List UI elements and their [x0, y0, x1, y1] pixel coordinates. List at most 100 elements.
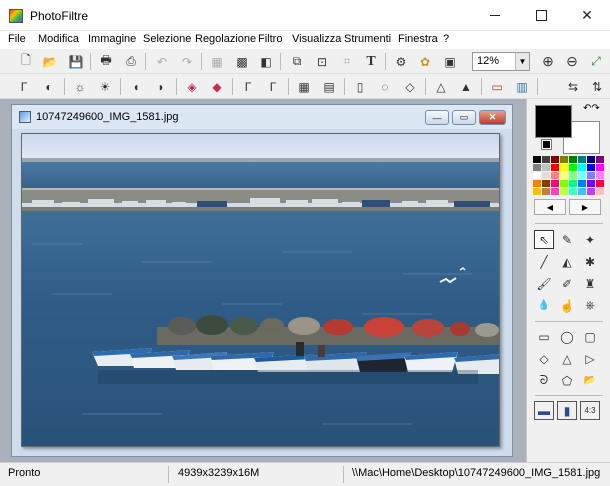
sharpen-more-icon[interactable]: △ [431, 77, 451, 96]
spray-icon[interactable]: ✱ [580, 252, 600, 271]
advanced-brush-icon[interactable]: ✐ [557, 274, 577, 293]
canvas-size-icon[interactable]: ⊡ [312, 52, 332, 71]
open-selection-icon[interactable]: 📂 [580, 371, 600, 390]
chevron-down-icon[interactable]: ▼ [515, 53, 529, 70]
selection-arrow-icon[interactable]: ⇖ [534, 230, 554, 249]
palette-color-swatch[interactable] [542, 180, 550, 187]
mosaic-icon[interactable]: ▦ [294, 77, 314, 96]
palette-color-swatch[interactable] [551, 188, 559, 195]
text-icon[interactable]: T [361, 52, 381, 71]
palette-next-button[interactable]: ▶ [569, 199, 601, 215]
palette-color-swatch[interactable] [596, 180, 604, 187]
crop-icon[interactable]: ⌗ [337, 52, 357, 71]
palette-color-swatch[interactable] [596, 188, 604, 195]
palette-color-swatch[interactable] [533, 156, 541, 163]
contrast-plus-icon[interactable]: ◗ [151, 77, 171, 96]
soften-icon[interactable]: ◌ [375, 77, 395, 96]
menu-immagine[interactable]: Immagine [88, 33, 136, 45]
gamma-plus-icon[interactable]: Γ [263, 77, 283, 96]
fit-window-icon[interactable]: ⤢ [586, 52, 606, 71]
palette-color-swatch[interactable] [587, 172, 595, 179]
palette-color-swatch[interactable] [560, 180, 568, 187]
menu-finestra[interactable]: Finestra [398, 33, 438, 45]
blur-icon[interactable]: ▯ [350, 77, 370, 96]
document-close-button[interactable]: ✕ [479, 110, 506, 125]
palette-color-swatch[interactable] [560, 188, 568, 195]
aspect-ratio-button[interactable]: 4:3 [580, 401, 600, 420]
fill-bucket-icon[interactable]: ◭ [557, 252, 577, 271]
rect-select-icon[interactable]: ▭ [534, 327, 554, 346]
ellipse-select-icon[interactable]: ◯ [557, 327, 577, 346]
palette-color-swatch[interactable] [596, 164, 604, 171]
palette-color-swatch[interactable] [533, 188, 541, 195]
palette-color-swatch[interactable] [596, 172, 604, 179]
palette-color-swatch[interactable] [551, 156, 559, 163]
palette-color-swatch[interactable] [533, 164, 541, 171]
menu-file[interactable]: File [8, 33, 26, 45]
swap-colors-icon[interactable]: ↶↷ [583, 103, 600, 114]
zoom-select[interactable]: 12% ▼ [472, 52, 530, 71]
blur-drop-icon[interactable]: 💧 [534, 296, 554, 315]
document-window[interactable]: 10747249600_IMG_1581.jpg — ▭ ✕ [11, 104, 513, 457]
plugin-icon[interactable]: ✿ [415, 52, 435, 71]
contrast-minus-icon[interactable]: ◖ [126, 77, 146, 96]
flip-vertical-icon[interactable]: ⇅ [587, 77, 607, 96]
palette-color-swatch[interactable] [551, 172, 559, 179]
emboss-icon[interactable]: ▤ [319, 77, 339, 96]
line-icon[interactable]: ╱ [534, 252, 554, 271]
menu-strumenti[interactable]: Strumenti [344, 33, 391, 45]
selection-horizontal-icon[interactable]: ▬ [534, 401, 554, 420]
batch-icon[interactable]: ⚙ [391, 52, 411, 71]
palette-color-swatch[interactable] [587, 180, 595, 187]
open-folder-icon[interactable]: 📂 [40, 52, 60, 71]
document-minimize-button[interactable]: — [425, 110, 449, 125]
sharpen-icon[interactable]: ◇ [400, 77, 420, 96]
palette-color-swatch[interactable] [569, 164, 577, 171]
clone-icon[interactable]: ⎈ [580, 296, 600, 315]
palette-color-swatch[interactable] [578, 156, 586, 163]
document-maximize-button[interactable]: ▭ [452, 110, 476, 125]
palette-color-swatch[interactable] [542, 172, 550, 179]
palette-color-swatch[interactable] [560, 164, 568, 171]
palette-color-swatch[interactable] [533, 180, 541, 187]
filter-triangle-icon[interactable]: ▲ [456, 77, 476, 96]
palette-color-swatch[interactable] [587, 164, 595, 171]
menu-visualizza[interactable]: Visualizza [292, 33, 341, 45]
eyedropper-icon[interactable]: ✎ [557, 230, 577, 249]
gradient-icon[interactable]: ▭ [487, 77, 507, 96]
palette-color-swatch[interactable] [587, 156, 595, 163]
color-palette[interactable] [533, 156, 604, 195]
triangle-select-icon[interactable]: △ [557, 349, 577, 368]
print-icon[interactable]: 🖶 [96, 52, 116, 71]
palette-color-swatch[interactable] [560, 172, 568, 179]
colors-icon[interactable]: ▩ [232, 52, 252, 71]
palette-color-swatch[interactable] [569, 188, 577, 195]
menu-filtro[interactable]: Filtro [258, 33, 282, 45]
palette-color-swatch[interactable] [542, 188, 550, 195]
auto-contrast-icon[interactable]: ◐ [39, 77, 59, 96]
zoom-out-icon[interactable]: ⊖ [562, 52, 582, 71]
scan-icon[interactable]: ⎙ [121, 52, 141, 71]
smudge-icon[interactable]: ☝ [557, 296, 577, 315]
saturation-minus-icon[interactable]: ◈ [182, 77, 202, 96]
palette-color-swatch[interactable] [542, 164, 550, 171]
palette-color-swatch[interactable] [542, 156, 550, 163]
palette-color-swatch[interactable] [533, 172, 541, 179]
polygon-icon[interactable]: ⬠ [557, 371, 577, 390]
brush-icon[interactable]: 🖌 [534, 274, 554, 293]
lasso-icon[interactable]: ᘐ [534, 371, 554, 390]
diamond-select-icon[interactable]: ◇ [534, 349, 554, 368]
palette-prev-button[interactable]: ◀ [534, 199, 566, 215]
palette-color-swatch[interactable] [578, 180, 586, 187]
auto-levels-icon[interactable]: Γ [14, 77, 34, 96]
grayscale-icon[interactable]: ▦ [207, 52, 227, 71]
maximize-button[interactable] [518, 0, 564, 31]
brightness-minus-icon[interactable]: ☼ [70, 77, 90, 96]
transparency-icon[interactable]: ◧ [256, 52, 276, 71]
palette-color-swatch[interactable] [569, 156, 577, 163]
gamma-minus-icon[interactable]: Γ [238, 77, 258, 96]
texture-icon[interactable]: ▥ [512, 77, 532, 96]
palette-color-swatch[interactable] [569, 172, 577, 179]
palette-color-swatch[interactable] [560, 156, 568, 163]
document-title-bar[interactable]: 10747249600_IMG_1581.jpg — ▭ ✕ [12, 105, 512, 129]
